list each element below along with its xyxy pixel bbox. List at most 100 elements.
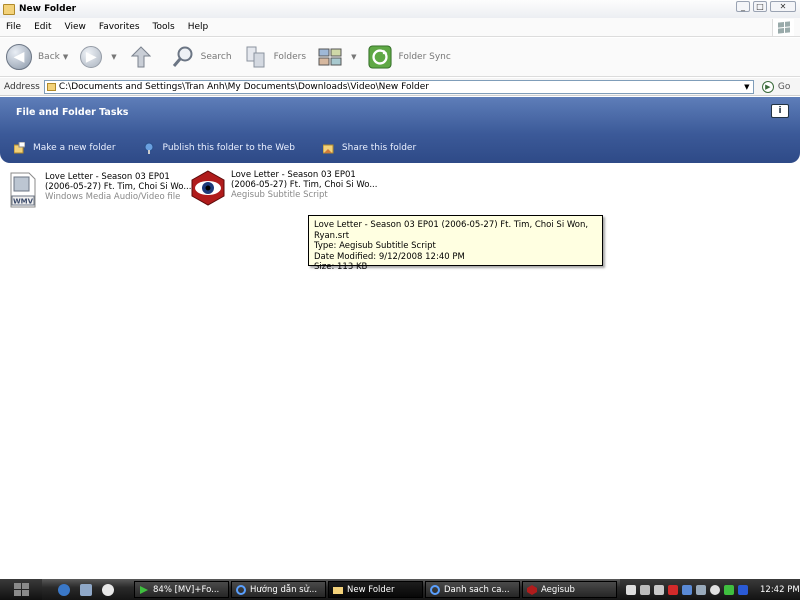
folder-icon (46, 82, 56, 91)
file-name: Love Letter - Season 03 EP01 (231, 170, 356, 180)
folder-icon (3, 3, 15, 15)
file-name: Love Letter - Season 03 EP01 (45, 172, 170, 182)
wmv-file-icon: WMV (10, 172, 36, 208)
menu-edit[interactable]: Edit (34, 22, 51, 32)
folders-button[interactable]: Folders (244, 45, 306, 69)
taskbar-task-label: Danh sach ca... (444, 584, 510, 595)
views-icon (318, 45, 342, 69)
ie-icon[interactable] (58, 583, 70, 596)
taskbar-clock[interactable]: 12:42 PM (760, 585, 800, 595)
task-share-folder[interactable]: Share this folder (322, 142, 416, 154)
taskpane-title: File and Folder Tasks (16, 107, 129, 118)
folder-sync-icon (368, 45, 393, 69)
windows-logo (772, 19, 794, 36)
file-name: (2006-05-27) Ft. Tim, Choi Si Wo... (231, 180, 378, 190)
taskbar-task-label: Hướng dẫn sử... (250, 584, 318, 595)
tooltip-size: Size: 113 KB (314, 262, 368, 272)
info-icon[interactable]: i (771, 104, 789, 118)
title-bar: New Folder _ □ ✕ (0, 0, 800, 18)
file-info-tooltip: Love Letter - Season 03 EP01 (2006-05-27… (308, 215, 603, 272)
window-controls: _ □ ✕ (736, 1, 796, 12)
taskbar-task-new-folder[interactable]: New Folder (328, 581, 423, 598)
ie-icon (430, 584, 440, 595)
tray-download-icon[interactable] (724, 584, 734, 595)
file-item-wmv[interactable]: WMV Love Letter - Season 03 EP01 (2006-0… (9, 172, 191, 208)
menu-file[interactable]: File (6, 22, 21, 32)
system-tray: 12:42 PM (620, 579, 800, 600)
views-button[interactable]: ▼ (318, 45, 356, 69)
file-type: Aegisub Subtitle Script (231, 190, 328, 200)
tooltip-type: Type: Aegisub Subtitle Script (314, 241, 436, 251)
back-button[interactable]: ◀ Back ▼ (6, 44, 68, 70)
taskbar-task-label: 84% [MV]+Fo... (153, 584, 220, 595)
folder-sync-button[interactable]: Folder Sync (368, 45, 451, 69)
folders-icon (244, 45, 268, 69)
menu-tools[interactable]: Tools (153, 22, 175, 32)
search-icon (171, 45, 195, 69)
forward-button[interactable]: ▶ ▼ (80, 46, 117, 68)
antivirus-icon[interactable] (668, 584, 678, 595)
address-label: Address (4, 81, 40, 92)
task-label: Make a new folder (33, 143, 116, 153)
toolbar: ◀ Back ▼ ▶ ▼ Search Folders ▼ Folder Syn… (0, 38, 800, 77)
task-list: Make a new folder Publish this folder to… (14, 142, 444, 154)
back-dropdown-icon[interactable]: ▼ (63, 53, 68, 61)
up-button[interactable] (129, 45, 159, 69)
back-arrow-icon: ◀ (6, 44, 32, 70)
maximize-button[interactable]: □ (753, 1, 767, 12)
svg-text:WMV: WMV (13, 198, 34, 206)
taskbar-task-label: New Folder (347, 584, 395, 595)
address-path: C:\Documents and Settings\Tran Anh\My Do… (58, 81, 429, 92)
ie-icon (236, 584, 246, 595)
taskbar-task-browser-1[interactable]: Hướng dẫn sử... (231, 581, 326, 598)
menu-view[interactable]: View (65, 22, 86, 32)
go-button[interactable]: ▶ Go (761, 80, 791, 93)
forward-arrow-icon: ▶ (80, 46, 103, 68)
close-button[interactable]: ✕ (770, 1, 796, 12)
file-type: Windows Media Audio/Video file (45, 192, 181, 202)
go-label: Go (777, 81, 791, 92)
new-folder-icon (14, 142, 25, 154)
menu-favorites[interactable]: Favorites (99, 22, 140, 32)
tray-app-icon[interactable] (696, 584, 706, 595)
quick-launch (58, 583, 124, 596)
forward-dropdown-icon[interactable]: ▼ (111, 53, 116, 61)
taskbar-task-download[interactable]: 84% [MV]+Fo... (134, 581, 229, 598)
windows-flag-icon (13, 583, 29, 596)
taskbar-task-label: Aegisub (541, 584, 575, 595)
tooltip-date-modified: Date Modified: 9/12/2008 12:40 PM (314, 251, 465, 262)
tooltip-filename: Love Letter - Season 03 EP01 (2006-05-27… (314, 220, 589, 241)
messenger-icon[interactable] (682, 584, 692, 595)
taskbar-task-aegisub[interactable]: Aegisub (522, 581, 617, 598)
address-dropdown-icon[interactable]: ▼ (741, 81, 753, 93)
taskbar-task-browser-2[interactable]: Danh sach ca... (425, 581, 520, 598)
tray-app-icon[interactable] (738, 584, 748, 595)
file-item-srt[interactable]: Love Letter - Season 03 EP01 (2006-05-27… (190, 170, 377, 206)
task-make-new-folder[interactable]: Make a new folder (14, 142, 116, 154)
views-dropdown-icon[interactable]: ▼ (351, 53, 356, 61)
task-label: Publish this folder to the Web (162, 143, 295, 153)
share-folder-icon (322, 144, 334, 154)
menu-help[interactable]: Help (188, 22, 209, 32)
search-label: Search (200, 52, 232, 62)
aegisub-icon (527, 584, 537, 595)
windows-flag-icon (777, 21, 790, 34)
download-arrow-icon (140, 585, 148, 594)
address-bar: Address C:\Documents and Settings\Tran A… (0, 78, 800, 96)
show-desktop-icon[interactable] (80, 583, 92, 596)
start-button[interactable] (0, 579, 42, 600)
up-arrow-icon (129, 45, 153, 69)
help-icon[interactable] (626, 584, 636, 595)
window-title: New Folder (19, 4, 77, 14)
go-arrow-icon: ▶ (761, 80, 774, 93)
task-publish-to-web[interactable]: Publish this folder to the Web (144, 142, 295, 154)
tray-app-icon[interactable] (710, 584, 720, 595)
address-input[interactable]: C:\Documents and Settings\Tran Anh\My Do… (43, 79, 754, 94)
minimize-button[interactable]: _ (736, 1, 750, 12)
search-button[interactable]: Search (171, 45, 232, 69)
media-player-icon[interactable] (102, 583, 114, 596)
folder-sync-label: Folder Sync (398, 52, 451, 62)
network-icon[interactable] (640, 584, 650, 595)
publish-web-icon (144, 142, 154, 154)
volume-icon[interactable] (654, 584, 664, 595)
